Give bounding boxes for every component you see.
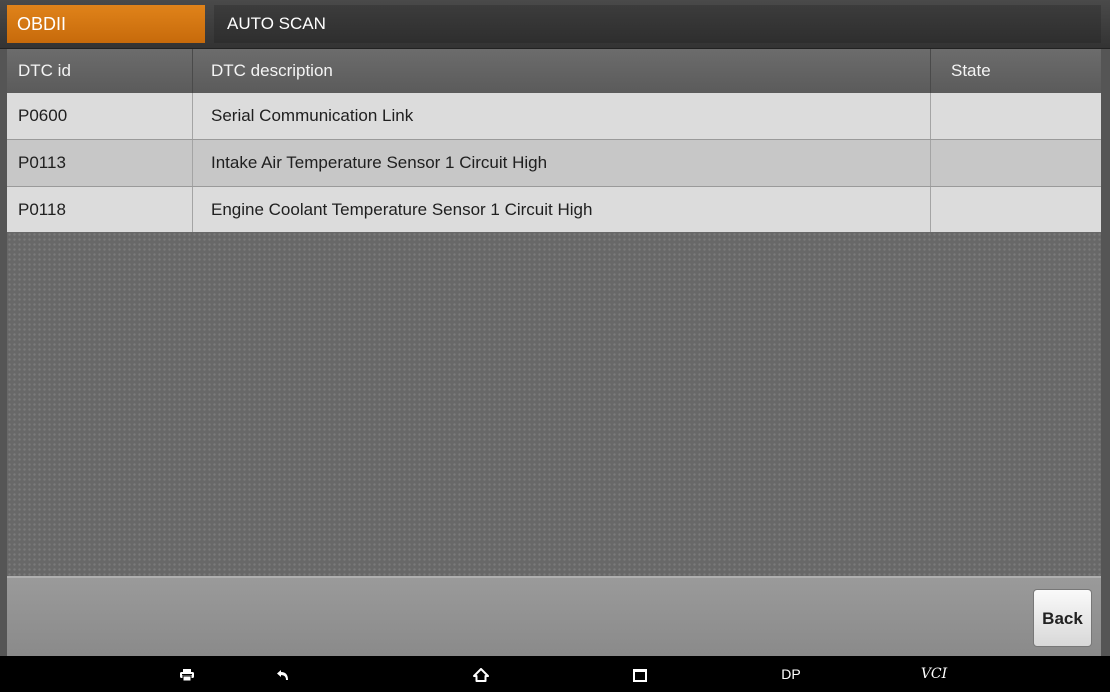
dtc-id-cell: P0113 (7, 140, 193, 186)
dtc-table-body: P0600 Serial Communication Link P0113 In… (7, 93, 1101, 234)
vci-button[interactable]: VCI (914, 656, 954, 692)
column-header-dtc-description[interactable]: DTC description (193, 49, 931, 93)
top-bar: OBDII AUTO SCAN (0, 0, 1110, 49)
empty-list-area (7, 232, 1101, 576)
table-header: DTC id DTC description State (7, 49, 1101, 93)
tab-obdii[interactable]: OBDII (7, 5, 205, 43)
table-row[interactable]: P0600 Serial Communication Link (7, 93, 1101, 140)
dp-button[interactable]: DP (773, 656, 809, 692)
system-navigation-bar: DP VCI (0, 656, 1110, 692)
dtc-id-cell: P0118 (7, 187, 193, 233)
dtc-state-cell (931, 93, 1101, 139)
dtc-state-cell (931, 187, 1101, 233)
home-icon[interactable] (466, 656, 496, 692)
back-arrow-icon[interactable] (268, 656, 298, 692)
footer-bar: Back (7, 576, 1101, 656)
column-header-dtc-id[interactable]: DTC id (7, 49, 193, 93)
dtc-state-cell (931, 140, 1101, 186)
printer-icon[interactable] (172, 656, 202, 692)
back-button[interactable]: Back (1033, 589, 1092, 647)
dtc-description-cell: Intake Air Temperature Sensor 1 Circuit … (193, 140, 931, 186)
dtc-description-cell: Serial Communication Link (193, 93, 931, 139)
table-row[interactable]: P0113 Intake Air Temperature Sensor 1 Ci… (7, 140, 1101, 187)
table-row[interactable]: P0118 Engine Coolant Temperature Sensor … (7, 187, 1101, 234)
page-title: AUTO SCAN (214, 5, 1101, 43)
column-header-state[interactable]: State (931, 49, 1101, 93)
recent-apps-icon[interactable] (625, 656, 655, 692)
dtc-description-cell: Engine Coolant Temperature Sensor 1 Circ… (193, 187, 931, 233)
dtc-id-cell: P0600 (7, 93, 193, 139)
